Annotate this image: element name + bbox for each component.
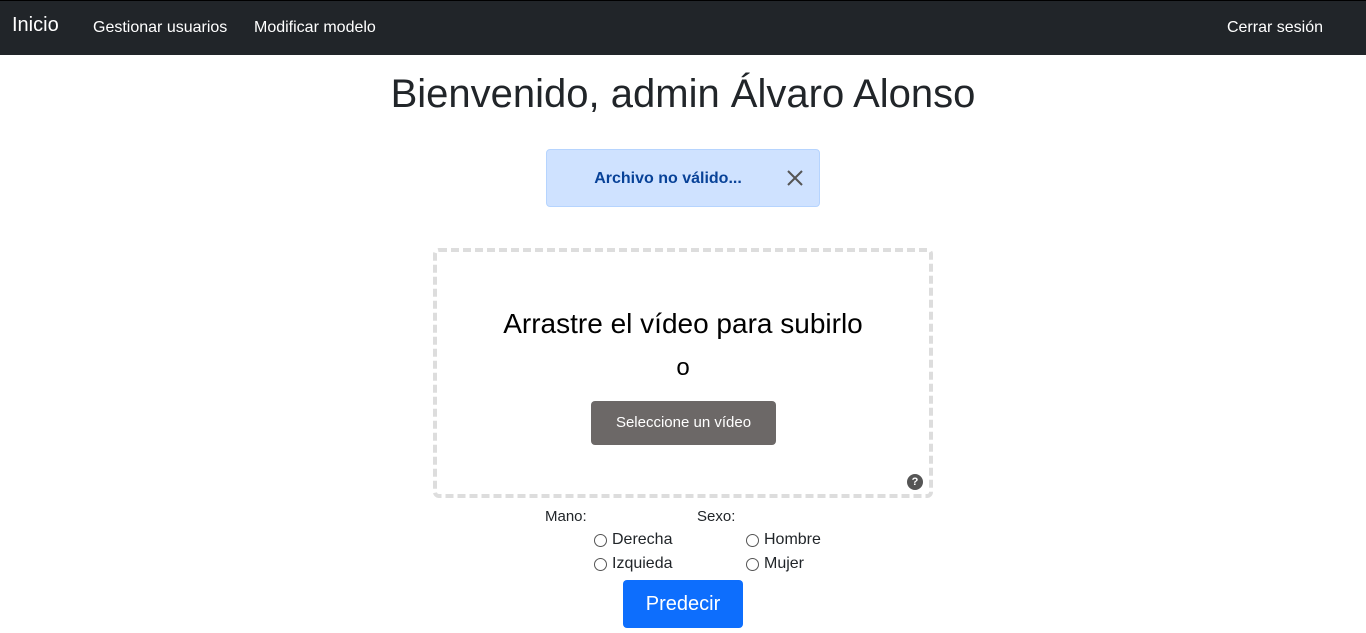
radio-mujer-label: Mujer <box>764 555 805 572</box>
alert-message: Archivo no válido... <box>594 170 742 187</box>
radio-derecha-label: Derecha <box>612 531 673 548</box>
radio-izquieda-label: Izquieda <box>612 555 673 572</box>
radio-circle-icon[interactable] <box>594 533 607 547</box>
radio-hombre-label: Hombre <box>764 531 821 548</box>
sexo-label: Sexo: <box>697 508 736 525</box>
dropzone-title: Arrastre el vídeo para subirlo <box>503 308 863 339</box>
radio-circle-icon[interactable] <box>746 557 759 571</box>
nav-link-manage-users[interactable]: Gestionar usuarios <box>93 19 227 37</box>
top-navbar: Inicio Gestionar usuarios Modificar mode… <box>0 0 1366 55</box>
question-circle-icon[interactable]: ? <box>907 474 923 490</box>
radio-izquieda[interactable]: Izquieda <box>594 555 673 573</box>
radio-mujer[interactable]: Mujer <box>746 555 804 573</box>
radio-hombre[interactable]: Hombre <box>746 531 821 549</box>
nav-link-modify-model[interactable]: Modificar modelo <box>254 19 376 37</box>
select-video-button[interactable]: Seleccione un vídeo <box>591 401 776 445</box>
close-icon[interactable] <box>783 166 807 190</box>
video-dropzone[interactable]: Arrastre el vídeo para subirlo o Selecci… <box>433 248 933 498</box>
mano-label: Mano: <box>545 508 587 525</box>
nav-link-logout[interactable]: Cerrar sesión <box>1227 19 1323 37</box>
invalid-file-alert: Archivo no válido... <box>546 149 820 207</box>
radio-derecha[interactable]: Derecha <box>594 531 672 549</box>
predict-button[interactable]: Predecir <box>623 580 743 628</box>
dropzone-or: o <box>676 354 690 381</box>
radio-circle-icon[interactable] <box>594 557 607 571</box>
nav-brand-home[interactable]: Inicio <box>12 14 59 37</box>
page-title: Bienvenido, admin Álvaro Alonso <box>390 72 976 116</box>
radio-circle-icon[interactable] <box>746 533 759 547</box>
